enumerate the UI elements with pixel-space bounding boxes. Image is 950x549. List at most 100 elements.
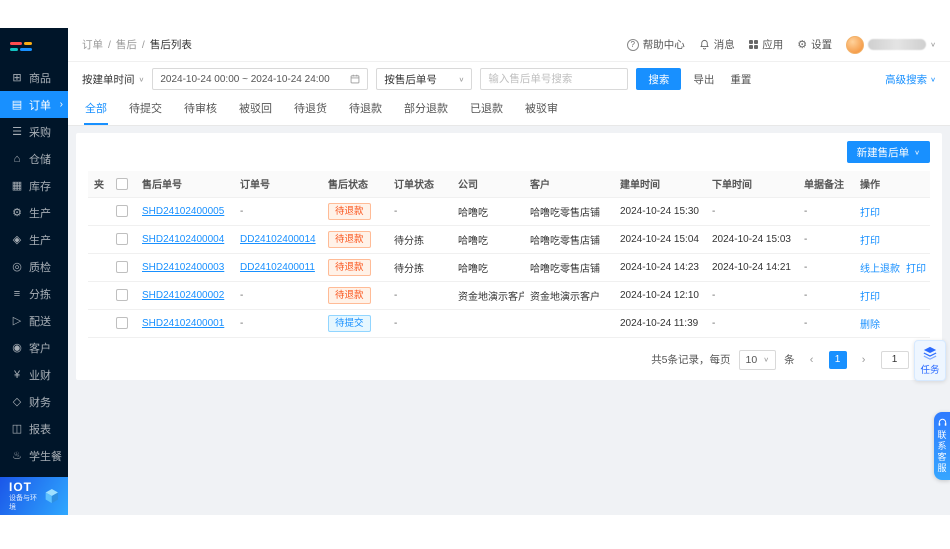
print-action[interactable]: 打印	[860, 292, 880, 303]
col-expand: 夹	[88, 171, 110, 198]
order-no-value: -	[240, 289, 244, 301]
messages-button[interactable]: 消息	[699, 37, 735, 52]
apps-label: 应用	[762, 39, 784, 51]
sidebar-item-label: 质检	[29, 261, 51, 274]
orders-icon: ▤	[11, 99, 23, 111]
tab-refunded[interactable]: 已退款	[469, 93, 504, 125]
iot-title: IOT	[9, 479, 32, 494]
sidebar-item-business-finance[interactable]: ¥ 业财	[0, 361, 68, 388]
content-area: 新建售后单 ∨ 夹 售后单号 订单号 售后状态 订单状态 公司 客户 建单时间 …	[68, 127, 950, 515]
company-value: 哈噜吃	[452, 197, 524, 226]
sidebar-item-delivery[interactable]: ▷ 配送	[0, 307, 68, 334]
topbar: 订单 / 售后 / 售后列表 ? 帮助中心 消息 应用 ⚙ 设置 ∨	[68, 28, 950, 62]
customer-value: 哈噜吃零售店铺	[524, 197, 614, 226]
after-sale-no-link[interactable]: SHD24102400002	[142, 290, 224, 301]
checkbox-cell	[110, 253, 136, 282]
sidebar-item-label: 配送	[29, 315, 51, 328]
sidebar-item-label: 学生餐	[29, 450, 62, 463]
task-float-button[interactable]: 任务	[914, 340, 946, 381]
order-no-link[interactable]: DD24102400011	[240, 262, 315, 273]
order-time-value: -	[712, 289, 716, 301]
user-menu[interactable]: ∨	[846, 35, 936, 54]
tab-all[interactable]: 全部	[84, 93, 108, 125]
reset-button[interactable]: 重置	[726, 68, 755, 90]
help-center-button[interactable]: ? 帮助中心	[626, 37, 685, 52]
col-after-sale-no: 售后单号	[136, 171, 234, 198]
row-checkbox[interactable]	[116, 317, 128, 329]
apps-button[interactable]: 应用	[748, 37, 784, 52]
col-created-time: 建单时间	[614, 171, 706, 198]
row-checkbox[interactable]	[116, 205, 128, 217]
sidebar-item-warehouse[interactable]: ⌂ 仓储	[0, 145, 68, 172]
search-button[interactable]: 搜索	[636, 68, 682, 90]
topbar-actions: ? 帮助中心 消息 应用 ⚙ 设置 ∨	[626, 35, 936, 54]
warehouse-icon: ⌂	[13, 152, 21, 165]
col-checkbox	[110, 171, 136, 198]
time-field-label: 按建单时间	[82, 73, 135, 86]
print-action[interactable]: 打印	[860, 208, 880, 219]
new-after-sale-button[interactable]: 新建售后单 ∨	[846, 141, 930, 163]
sidebar-item-goods[interactable]: ⊞ 商品	[0, 64, 68, 91]
sidebar-item-purchase[interactable]: ☰ 采购	[0, 118, 68, 145]
breadcrumb-item[interactable]: 订单	[82, 37, 103, 52]
export-button[interactable]: 导出	[689, 68, 718, 90]
sidebar-item-orders[interactable]: ▤ 订单 ›	[0, 91, 68, 118]
contact-service-button[interactable]: 联系客服	[934, 412, 950, 480]
tab-rejected[interactable]: 被驳回	[238, 93, 273, 125]
sidebar-item-quality[interactable]: ◎ 质检	[0, 253, 68, 280]
print-action[interactable]: 打印	[860, 236, 880, 247]
app-window: ⊞ 商品 ▤ 订单 › ☰ 采购 ⌂ 仓储 ▦ 库存 ⚙ 生产 ◈ 生产 ◎ 质检 ≡ 分拣 ▷ 配送…	[0, 28, 950, 515]
row-checkbox[interactable]	[116, 261, 128, 273]
tab-partial-refund[interactable]: 部分退款	[403, 93, 449, 125]
page-jump-input[interactable]	[880, 350, 909, 369]
settings-button[interactable]: ⚙ 设置	[797, 37, 832, 52]
tab-review-rejected[interactable]: 被驳审	[524, 93, 559, 125]
tab-pending-return[interactable]: 待退货	[293, 93, 328, 125]
tab-pending-submit[interactable]: 待提交	[128, 93, 163, 125]
remark-value: -	[804, 205, 808, 217]
print-action[interactable]: 打印	[906, 264, 926, 275]
goods-icon: ⊞	[12, 72, 22, 84]
time-field-select[interactable]: 按建单时间 ∨	[82, 72, 144, 87]
sidebar-item-production-2[interactable]: ◈ 生产	[0, 226, 68, 253]
number-field-select[interactable]: 按售后单号 ∨	[376, 68, 473, 90]
sidebar-item-customers[interactable]: ◉ 客户	[0, 334, 68, 361]
breadcrumb-item-current: 售后列表	[149, 39, 192, 51]
customer-value: 资金地演示客户	[524, 281, 614, 310]
after-sale-no-link[interactable]: SHD24102400003	[142, 262, 224, 273]
app-logo	[0, 28, 68, 64]
after-sale-no-link[interactable]: SHD24102400005	[142, 206, 224, 217]
chevron-down-icon: ∨	[763, 355, 770, 364]
tab-pending-review[interactable]: 待审核	[183, 93, 218, 125]
sidebar-item-production[interactable]: ⚙ 生产	[0, 199, 68, 226]
breadcrumb-item[interactable]: 售后	[116, 37, 137, 52]
sidebar-item-finance[interactable]: ◇ 财务	[0, 388, 68, 415]
prev-page-button[interactable]: ‹	[802, 350, 821, 369]
production-icon: ⚙	[12, 207, 22, 219]
sidebar-item-student-meal[interactable]: ♨ 学生餐	[0, 442, 68, 469]
sidebar-item-label: 报表	[29, 423, 51, 436]
created-time-value: 2024-10-24 12:10	[614, 281, 706, 310]
after-sale-no-link[interactable]: SHD24102400004	[142, 234, 224, 245]
row-checkbox[interactable]	[116, 233, 128, 245]
advanced-search-link[interactable]: 高级搜索 ∨	[885, 72, 936, 87]
order-no-link[interactable]: DD24102400014	[240, 234, 316, 245]
online-refund-action[interactable]: 线上退款	[860, 264, 900, 275]
col-customer: 客户	[524, 171, 614, 198]
page-1-button[interactable]: 1	[828, 350, 847, 369]
sidebar-item-sorting[interactable]: ≡ 分拣	[0, 280, 68, 307]
delete-action[interactable]: 删除	[860, 320, 880, 331]
search-input[interactable]	[480, 68, 629, 90]
order-no-value: -	[240, 317, 244, 329]
row-checkbox[interactable]	[116, 289, 128, 301]
page-size-select[interactable]: 10 ∨	[738, 349, 777, 370]
date-range-input[interactable]: 2024-10-24 00:00 ~ 2024-10-24 24:00	[152, 68, 369, 90]
iot-panel-button[interactable]: IOT 设备与环境	[0, 477, 68, 515]
sidebar-item-reports[interactable]: ◫ 报表	[0, 415, 68, 442]
after-sale-no-link[interactable]: SHD24102400001	[142, 318, 224, 329]
tab-pending-refund[interactable]: 待退款	[348, 93, 383, 125]
sidebar-item-inventory[interactable]: ▦ 库存	[0, 172, 68, 199]
production-2-icon: ◈	[12, 234, 22, 246]
select-all-checkbox[interactable]	[116, 177, 128, 190]
next-page-button[interactable]: ›	[854, 350, 873, 369]
